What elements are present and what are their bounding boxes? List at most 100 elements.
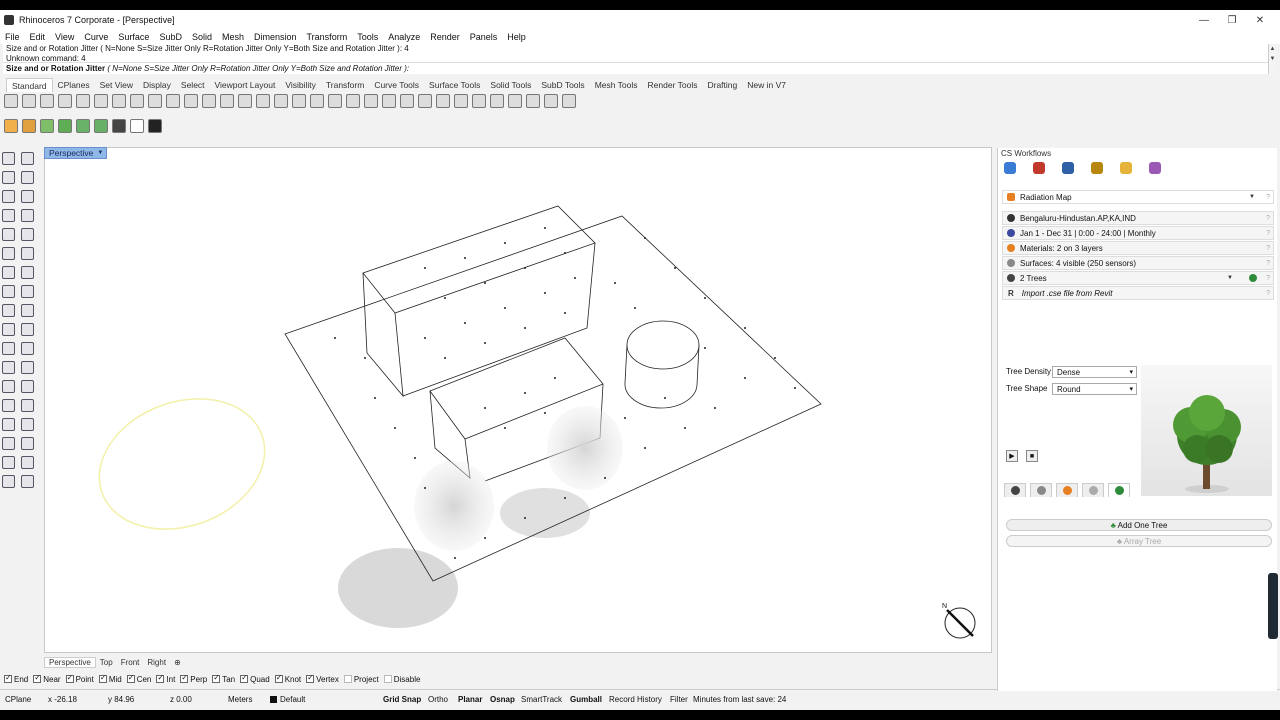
menu-subd[interactable]: SubD xyxy=(154,32,187,42)
stop-button[interactable]: ■ xyxy=(1026,450,1038,462)
menu-edit[interactable]: Edit xyxy=(25,32,51,42)
osnap-near[interactable]: Near xyxy=(33,673,61,684)
osnap-perp[interactable]: Perp xyxy=(180,673,207,684)
chevron-down-icon[interactable]: ▼ xyxy=(97,147,103,159)
close-button[interactable]: ✕ xyxy=(1246,10,1274,30)
tab-surface-tools[interactable]: Surface Tools xyxy=(424,78,485,92)
ground-surface[interactable] xyxy=(284,215,822,582)
curve-icon[interactable] xyxy=(21,171,34,184)
bulb-light-icon[interactable] xyxy=(382,93,396,108)
color-palette-icon[interactable] xyxy=(1149,162,1161,174)
tab-building[interactable] xyxy=(1030,483,1052,497)
plugin-icon[interactable] xyxy=(58,118,72,133)
select-arrow-icon[interactable] xyxy=(2,152,15,165)
polygon-icon[interactable] xyxy=(2,209,15,222)
help-icon[interactable]: ? xyxy=(1266,260,1270,267)
weather-icon[interactable] xyxy=(1004,162,1016,174)
checkbox[interactable] xyxy=(274,673,283,683)
daylight-icon[interactable] xyxy=(1062,162,1074,174)
solid-tools-icon[interactable] xyxy=(2,418,15,431)
viewtab-right[interactable]: Right xyxy=(143,658,170,667)
tab-set-view[interactable]: Set View xyxy=(95,78,138,92)
tree-canopy[interactable] xyxy=(547,406,623,490)
osnap-vertex[interactable]: Vertex xyxy=(306,673,339,684)
dimension-tool-icon[interactable] xyxy=(21,380,34,393)
tree-canopy[interactable] xyxy=(414,461,494,551)
import-row[interactable]: R Import .cse file from Revit ? xyxy=(1002,286,1274,300)
scale-icon[interactable] xyxy=(21,399,34,412)
radiation-icon[interactable] xyxy=(1033,162,1045,174)
plugin-icon[interactable] xyxy=(112,118,126,133)
analysis-select[interactable]: Radiation Map ▼ ? xyxy=(1002,190,1274,204)
tab-subd-tools[interactable]: SubD Tools xyxy=(536,78,589,92)
building-block-top[interactable] xyxy=(362,205,596,314)
circle-icon[interactable] xyxy=(2,190,15,203)
tab-surface[interactable] xyxy=(1082,483,1104,497)
status-gumball[interactable]: Gumball xyxy=(570,695,602,704)
four-viewports-icon[interactable] xyxy=(310,93,324,108)
trim-icon[interactable] xyxy=(21,418,34,431)
cplane-icon[interactable] xyxy=(346,93,360,108)
checkbox[interactable] xyxy=(4,673,12,683)
check-icon[interactable] xyxy=(21,456,34,469)
zoom-window-icon[interactable] xyxy=(238,93,252,108)
color-wheel-icon[interactable] xyxy=(436,93,450,108)
plugin-icon[interactable] xyxy=(76,118,90,133)
ellipse-icon[interactable] xyxy=(21,190,34,203)
menu-panels[interactable]: Panels xyxy=(465,32,503,42)
help-icon[interactable]: ? xyxy=(1266,215,1270,222)
osnap-tan[interactable]: Tan xyxy=(212,673,235,684)
osnap-knot[interactable]: Knot xyxy=(274,673,301,684)
plugin-icon[interactable] xyxy=(130,118,144,133)
viewtab-top[interactable]: Top xyxy=(96,658,117,667)
render-sphere-icon[interactable] xyxy=(490,93,504,108)
command-prompt[interactable]: Size and or Rotation Jitter ( N=None S=S… xyxy=(3,62,1268,74)
copy-object-icon[interactable] xyxy=(21,323,34,336)
menu-surface[interactable]: Surface xyxy=(113,32,154,42)
materials-row[interactable]: Materials: 2 on 3 layers ? xyxy=(1002,241,1274,255)
building-block-side[interactable] xyxy=(362,272,404,398)
open-file-icon[interactable] xyxy=(22,93,36,108)
zoom-dynamic-icon[interactable] xyxy=(220,93,234,108)
import-icon[interactable] xyxy=(76,93,90,108)
status-grid-snap[interactable]: Grid Snap xyxy=(383,695,421,704)
shaded-sphere-icon[interactable] xyxy=(472,93,486,108)
osnap-cen[interactable]: Cen xyxy=(126,673,151,684)
location-row[interactable]: Bengaluru-Hindustan.AP,KA,IND ? xyxy=(1002,211,1274,225)
loft-icon[interactable] xyxy=(21,247,34,260)
extrude-icon[interactable] xyxy=(2,285,15,298)
osnap-project[interactable]: Project xyxy=(343,675,379,684)
building-block-front[interactable] xyxy=(402,242,596,397)
osnap-quad[interactable]: Quad xyxy=(240,673,270,684)
command-scrollbar[interactable]: ▲ ▼ xyxy=(1268,44,1276,74)
sun-path-circle[interactable] xyxy=(81,377,283,552)
osnap-disable[interactable]: Disable xyxy=(383,675,420,684)
tab-cplanes[interactable]: CPlanes xyxy=(53,78,95,92)
checkbox[interactable] xyxy=(98,673,107,683)
chevron-down-icon[interactable]: ▼ xyxy=(1227,275,1233,281)
zoom-extents-icon[interactable] xyxy=(256,93,270,108)
tab-sun[interactable] xyxy=(1056,483,1078,497)
lightning-icon[interactable] xyxy=(21,304,34,317)
tab-visibility[interactable]: Visibility xyxy=(280,78,321,92)
box-icon[interactable] xyxy=(2,266,15,279)
array-tree-button[interactable]: ♣ Array Tree xyxy=(1006,535,1272,547)
menu-dimension[interactable]: Dimension xyxy=(249,32,302,42)
tab-sky[interactable] xyxy=(1004,483,1026,497)
point-icon[interactable] xyxy=(21,152,34,165)
grid-icon[interactable] xyxy=(328,93,342,108)
help-icon[interactable]: ? xyxy=(1266,230,1270,237)
plugin-icon[interactable] xyxy=(4,118,18,133)
surface-icon[interactable] xyxy=(2,247,15,260)
rotate-icon[interactable] xyxy=(2,361,15,374)
tab-select[interactable]: Select xyxy=(176,78,210,92)
tab-solid-tools[interactable]: Solid Tools xyxy=(485,78,536,92)
tree-shape-select[interactable]: Round xyxy=(1052,383,1137,395)
plugin-icon[interactable] xyxy=(94,118,108,133)
menu-curve[interactable]: Curve xyxy=(79,32,113,42)
move-icon[interactable] xyxy=(2,323,15,336)
new-file-icon[interactable] xyxy=(4,93,18,108)
add-one-tree-button[interactable]: ♣ Add One Tree xyxy=(1006,519,1272,531)
menu-analyze[interactable]: Analyze xyxy=(383,32,425,42)
menu-help[interactable]: Help xyxy=(502,32,531,42)
